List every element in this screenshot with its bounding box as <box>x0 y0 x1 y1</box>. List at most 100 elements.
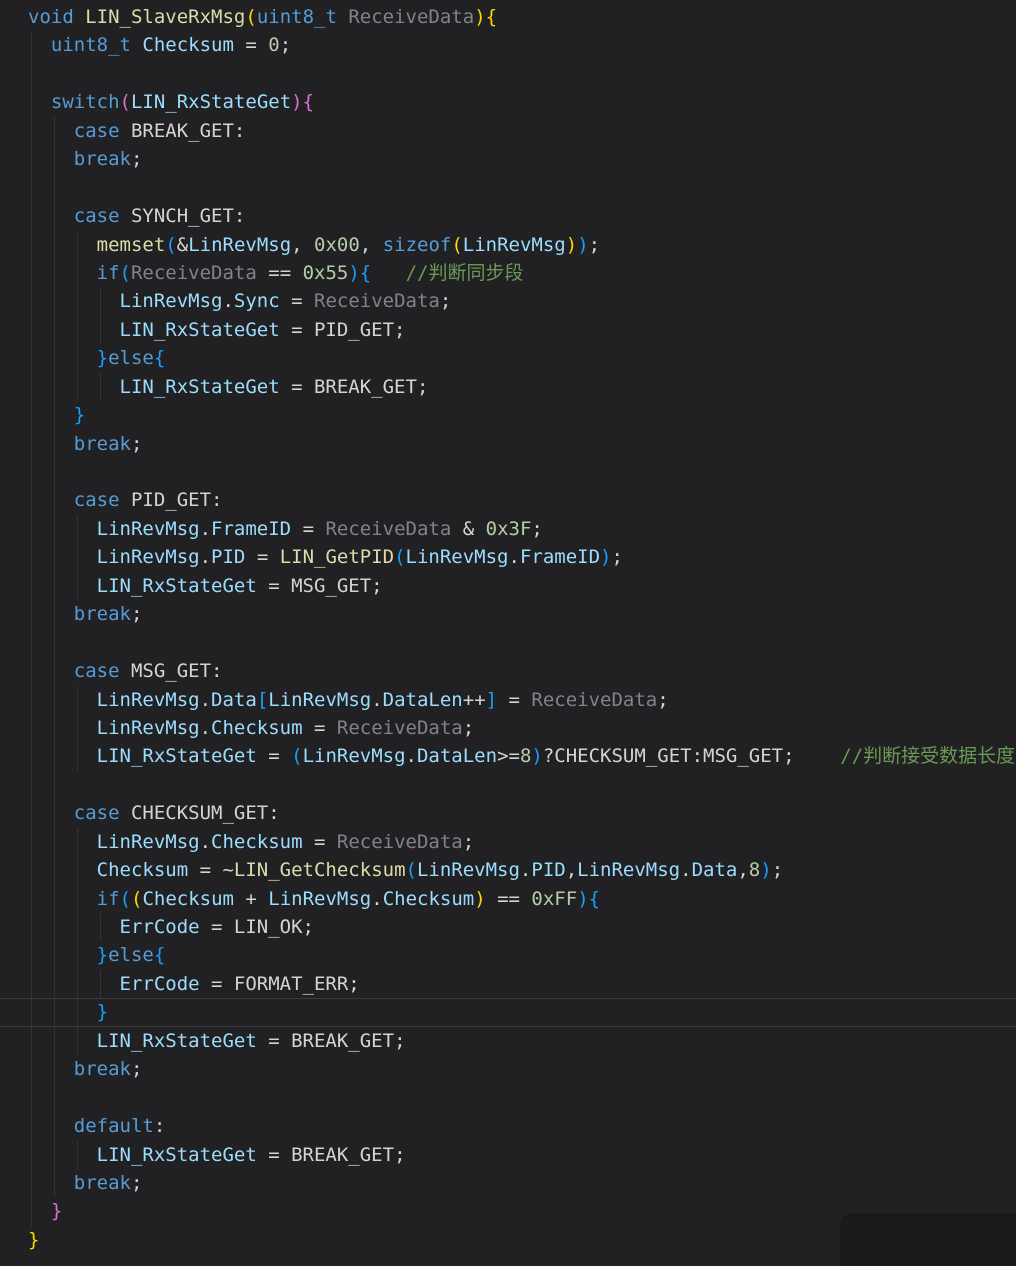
indent-guide <box>31 998 32 1026</box>
code-token: LIN_GetPID <box>280 546 394 568</box>
indent-guide <box>31 287 32 315</box>
indent-guide <box>77 885 78 913</box>
indent-guide <box>31 856 32 884</box>
code-line[interactable]: case MSG_GET: <box>0 657 1016 685</box>
code-token: if <box>97 262 120 284</box>
indent-guide <box>54 117 55 145</box>
code-line[interactable] <box>0 458 1016 486</box>
code-line[interactable]: switch(LIN_RxStateGet){ <box>0 88 1016 116</box>
code-line[interactable]: case CHECKSUM_GET: <box>0 799 1016 827</box>
code-token: break <box>74 433 131 455</box>
code-token: LinRevMsg <box>406 546 509 568</box>
code-token: } <box>97 1001 108 1023</box>
indent-guide <box>31 117 32 145</box>
indent-guide <box>77 316 78 344</box>
code-line[interactable]: break; <box>0 1055 1016 1083</box>
code-line[interactable]: LIN_RxStateGet = MSG_GET; <box>0 572 1016 600</box>
code-line[interactable]: Checksum = ~LIN_GetChecksum(LinRevMsg.PI… <box>0 856 1016 884</box>
code-line[interactable] <box>0 771 1016 799</box>
code-line[interactable]: }else{ <box>0 344 1016 372</box>
indent-guide <box>54 1112 55 1140</box>
code-token: LIN_RxStateGet <box>120 376 280 398</box>
code-token: = <box>234 34 268 56</box>
indent-guide <box>54 828 55 856</box>
code-token: LinRevMsg <box>97 546 200 568</box>
indent-guide <box>54 799 55 827</box>
code-line[interactable]: LIN_RxStateGet = (LinRevMsg.DataLen>=8)?… <box>0 742 1016 770</box>
code-token: LinRevMsg <box>97 689 200 711</box>
code-token <box>28 489 74 511</box>
code-token: ( <box>120 888 131 910</box>
code-token: sizeof <box>383 234 452 256</box>
code-line[interactable]: case PID_GET: <box>0 486 1016 514</box>
code-token: PID <box>531 859 565 881</box>
code-token: . <box>680 859 691 881</box>
indent-guide <box>54 543 55 571</box>
indent-guide <box>54 1084 55 1112</box>
indent-guide <box>54 572 55 600</box>
code-line[interactable]: LIN_RxStateGet = BREAK_GET; <box>0 1141 1016 1169</box>
code-line[interactable]: ErrCode = FORMAT_ERR; <box>0 970 1016 998</box>
code-line[interactable]: }else{ <box>0 941 1016 969</box>
code-token: if <box>97 888 120 910</box>
code-line[interactable]: if((Checksum + LinRevMsg.Checksum) == 0x… <box>0 885 1016 913</box>
indent-guide <box>54 885 55 913</box>
indent-guide <box>77 572 78 600</box>
code-line[interactable]: } <box>0 998 1016 1026</box>
code-line[interactable]: default: <box>0 1112 1016 1140</box>
code-token <box>28 1172 74 1194</box>
indent-guide <box>31 344 32 372</box>
code-line[interactable]: LIN_RxStateGet = BREAK_GET; <box>0 1027 1016 1055</box>
indent-guide <box>54 145 55 173</box>
code-line[interactable]: LinRevMsg.FrameID = ReceiveData & 0x3F; <box>0 515 1016 543</box>
indent-guide <box>31 1027 32 1055</box>
code-token: ; <box>131 148 142 170</box>
code-line[interactable]: break; <box>0 1169 1016 1197</box>
code-token: , <box>566 859 577 881</box>
code-token <box>28 831 97 853</box>
code-token: } <box>28 1229 39 1251</box>
code-line[interactable]: break; <box>0 145 1016 173</box>
code-token <box>28 916 120 938</box>
code-token: uint8_t <box>257 6 337 28</box>
code-token <box>28 1144 97 1166</box>
code-token <box>28 1030 97 1052</box>
code-line[interactable]: if(ReceiveData == 0x55){ //判断同步段 <box>0 259 1016 287</box>
code-line[interactable]: } <box>0 401 1016 429</box>
code-line[interactable]: memset(&LinRevMsg, 0x00, sizeof(LinRevMs… <box>0 231 1016 259</box>
code-line[interactable]: LinRevMsg.Checksum = ReceiveData; <box>0 714 1016 742</box>
code-line[interactable]: uint8_t Checksum = 0; <box>0 31 1016 59</box>
code-line[interactable]: LinRevMsg.Sync = ReceiveData; <box>0 287 1016 315</box>
code-line[interactable] <box>0 629 1016 657</box>
indent-guide <box>54 714 55 742</box>
code-line[interactable]: LinRevMsg.Checksum = ReceiveData; <box>0 828 1016 856</box>
code-line[interactable]: break; <box>0 430 1016 458</box>
code-line[interactable]: case SYNCH_GET: <box>0 202 1016 230</box>
code-line[interactable]: case BREAK_GET: <box>0 117 1016 145</box>
code-line[interactable]: break; <box>0 600 1016 628</box>
indent-guide <box>31 828 32 856</box>
indent-guide <box>77 714 78 742</box>
code-token: ) <box>566 234 577 256</box>
indent-guide <box>31 259 32 287</box>
code-line[interactable] <box>0 174 1016 202</box>
code-line[interactable]: LIN_RxStateGet = PID_GET; <box>0 316 1016 344</box>
code-line[interactable] <box>0 60 1016 88</box>
code-line[interactable] <box>0 1084 1016 1112</box>
code-token: else <box>108 944 154 966</box>
indent-guide <box>100 287 101 315</box>
code-line[interactable]: LinRevMsg.Data[LinRevMsg.DataLen++] = Re… <box>0 686 1016 714</box>
code-token: Checksum <box>211 831 303 853</box>
code-editor-window: { "app": { "description": "dark code edi… <box>0 0 1016 1266</box>
code-token <box>28 973 120 995</box>
code-line[interactable]: ErrCode = LIN_OK; <box>0 913 1016 941</box>
code-line[interactable]: LinRevMsg.PID = LIN_GetPID(LinRevMsg.Fra… <box>0 543 1016 571</box>
editor-code-area[interactable]: void LIN_SlaveRxMsg(uint8_t ReceiveData)… <box>0 0 1016 1266</box>
code-token: switch <box>51 91 120 113</box>
indent-guide <box>54 629 55 657</box>
code-token: ( <box>120 91 131 113</box>
code-line[interactable]: LIN_RxStateGet = BREAK_GET; <box>0 373 1016 401</box>
code-line[interactable]: void LIN_SlaveRxMsg(uint8_t ReceiveData)… <box>0 3 1016 31</box>
code-token <box>28 745 97 767</box>
code-token: LinRevMsg <box>463 234 566 256</box>
